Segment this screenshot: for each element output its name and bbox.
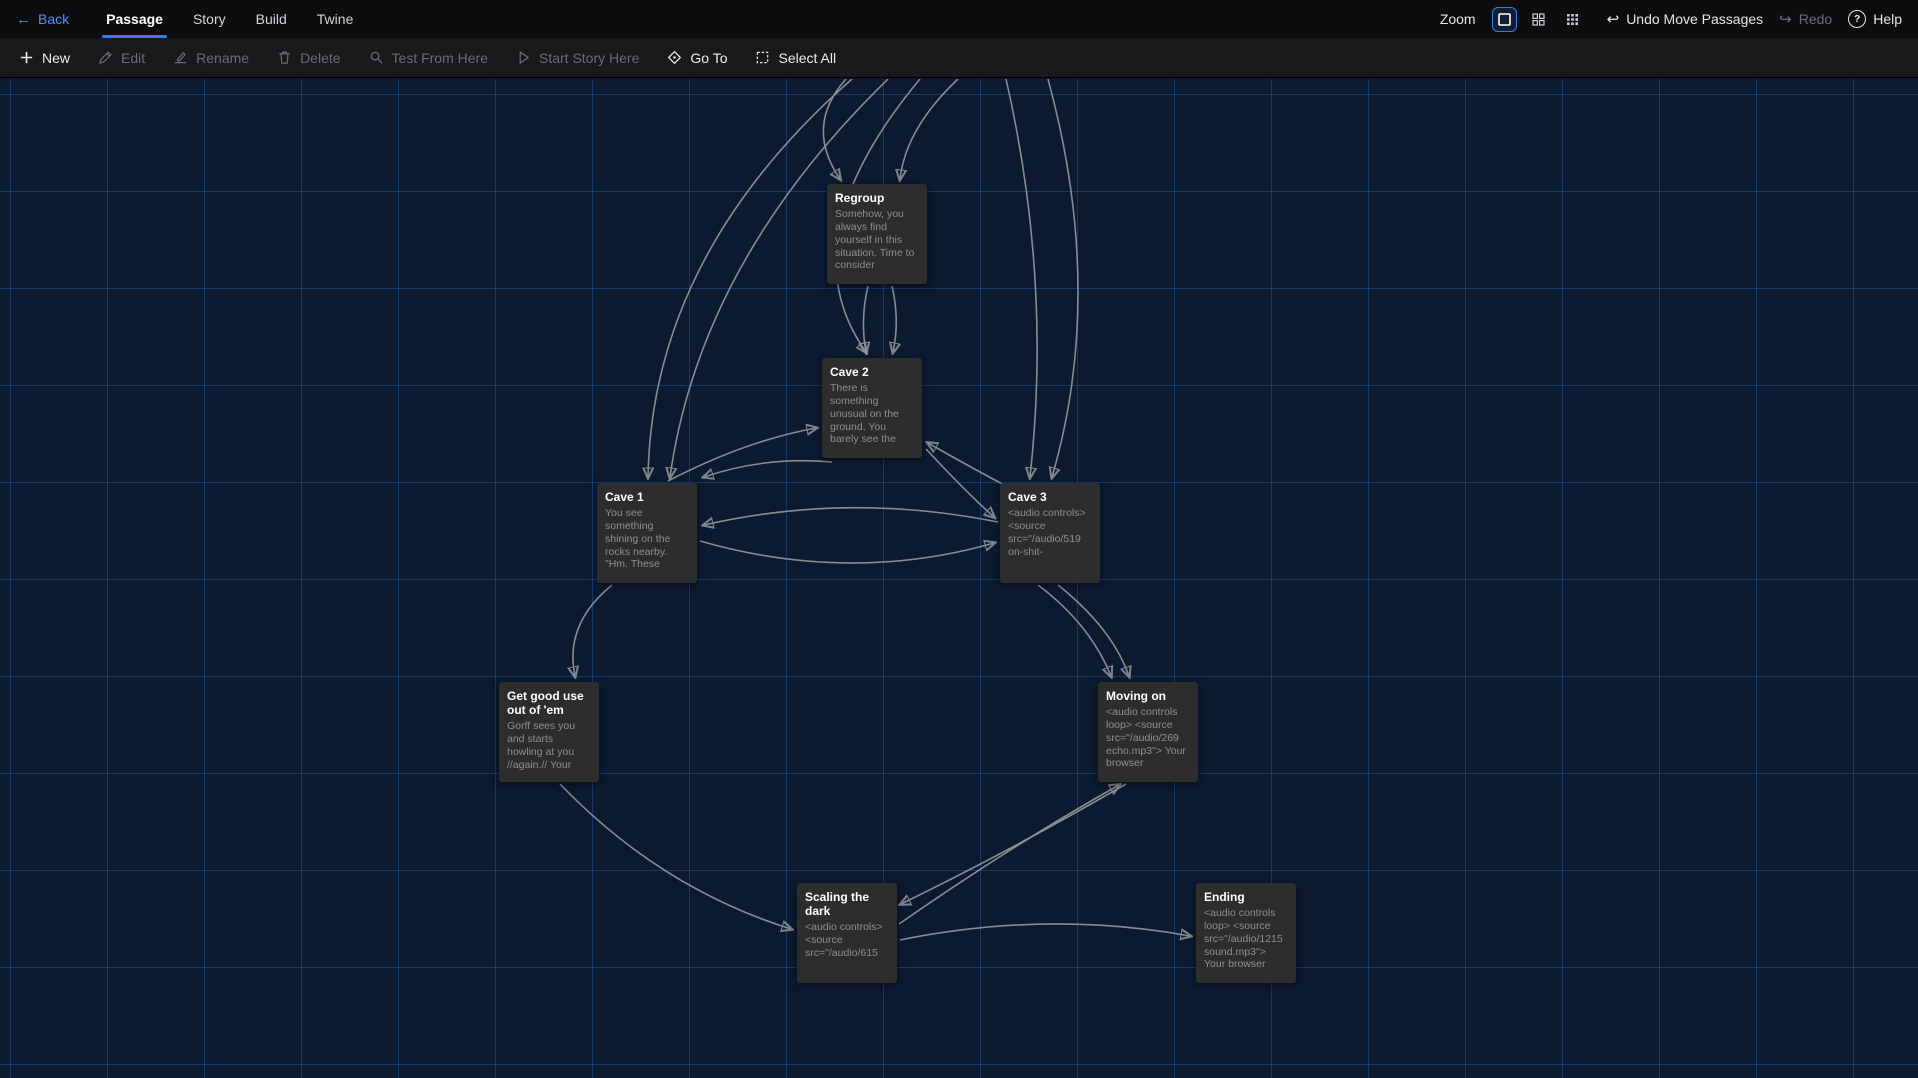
undo-move-passages-button[interactable]: ↩ Undo Move Passages: [1607, 11, 1764, 27]
back-arrow-icon: ←: [16, 11, 31, 28]
rename-button: Rename: [162, 44, 260, 72]
rename-label: Rename: [196, 50, 249, 66]
rename-icon: [173, 50, 188, 65]
passage-title: Moving on: [1106, 689, 1190, 703]
help-button[interactable]: ? Help: [1848, 10, 1902, 28]
passage-excerpt: <audio controls loop> <source src="/audi…: [1204, 907, 1288, 971]
back-label: Back: [38, 11, 69, 27]
go-to-button[interactable]: Go To: [656, 44, 738, 72]
passage-cave-1[interactable]: Cave 1 You see something shining on the r…: [597, 483, 697, 583]
go-to-label: Go To: [690, 50, 727, 66]
link-cave-3-to-moving-on: [1058, 585, 1129, 676]
passage-excerpt: Gorff sees you and starts howling at you…: [507, 720, 591, 771]
passage-excerpt: Somehow, you always find yourself in thi…: [835, 208, 919, 272]
edit-label: Edit: [121, 50, 145, 66]
passage-regroup[interactable]: Regroup Somehow, you always find yourself…: [827, 184, 927, 284]
undo-label: Undo Move Passages: [1626, 11, 1763, 27]
story-map-canvas[interactable]: Regroup Somehow, you always find yourself…: [0, 79, 1918, 1078]
start-story-here-label: Start Story Here: [539, 50, 639, 66]
zoom-label: Zoom: [1440, 11, 1476, 27]
passage-excerpt: You see something shining on the rocks n…: [605, 507, 689, 571]
top-bar: ← Back PassageStoryBuildTwine Zoom: [0, 0, 1918, 38]
start-icon: [516, 50, 531, 65]
link-moving-on-to-scaling-the-dark: [901, 784, 1126, 904]
tab-build[interactable]: Build: [241, 0, 302, 38]
tab-passage[interactable]: Passage: [91, 0, 178, 38]
link-cave-1-to-cave-3: [700, 541, 994, 563]
undo-icon: ↩: [1607, 12, 1620, 27]
nine-dots-icon: [1566, 13, 1579, 26]
top-bar-right: Zoom: [1440, 7, 1902, 32]
passage-excerpt: There is something unusual on the ground…: [830, 382, 914, 446]
passage-toolbar: New Edit Rename Delete Test From Here Start S…: [0, 38, 1918, 78]
passage-ending[interactable]: Ending <audio controls loop> <source src=…: [1196, 883, 1296, 983]
passage-excerpt: <audio controls> <source src="/audio/615: [805, 921, 889, 959]
nine-dots-icon-button[interactable]: [1560, 7, 1585, 32]
edit-button: Edit: [87, 44, 156, 72]
test-from-here-label: Test From Here: [392, 50, 488, 66]
passage-title: Cave 1: [605, 490, 689, 504]
passage-title: Ending: [1204, 890, 1288, 904]
link-cave-1-to-cave-2: [668, 428, 816, 481]
redo-button: ↪ Redo: [1779, 11, 1832, 27]
passage-scaling-the-dark[interactable]: Scaling the dark <audio controls> <source…: [797, 883, 897, 983]
test-icon: [369, 50, 384, 65]
tab-twine[interactable]: Twine: [302, 0, 369, 38]
new-label: New: [42, 50, 70, 66]
pencil-icon: [98, 50, 113, 65]
delete-button: Delete: [266, 44, 351, 72]
select-all-icon: [755, 50, 770, 65]
passage-cave-2[interactable]: Cave 2 There is something unusual on the …: [822, 358, 922, 458]
goto-icon: [667, 50, 682, 65]
link-offscreen-top-to-cave-3: [1048, 79, 1078, 477]
four-squares-icon: [1532, 13, 1545, 26]
new-button[interactable]: New: [8, 44, 81, 72]
zoom-full-button[interactable]: [1492, 7, 1517, 32]
start-story-here-button: Start Story Here: [505, 44, 650, 72]
tab-story[interactable]: Story: [178, 0, 241, 38]
passage-title: Scaling the dark: [805, 890, 889, 918]
link-regroup-to-cave-2: [892, 286, 896, 352]
link-cave-1-to-get-good-use-out-of-em: [573, 585, 612, 676]
link-regroup-to-cave-2: [863, 286, 868, 352]
link-cave-2-to-cave-1: [704, 461, 832, 477]
delete-label: Delete: [300, 50, 340, 66]
passage-cave-3[interactable]: Cave 3 <audio controls> <source src="/aud…: [1000, 483, 1100, 583]
trash-icon: [277, 50, 292, 65]
square-icon: [1498, 13, 1511, 26]
link-cave-3-to-cave-1: [704, 508, 998, 525]
link-get-good-use-out-of-em-to-scaling-the-dark: [560, 784, 791, 929]
passage-get-good-use-out-of-em[interactable]: Get good use out of 'em Gorff sees you an…: [499, 682, 599, 782]
help-icon: ?: [1848, 10, 1866, 28]
select-all-button[interactable]: Select All: [744, 44, 847, 72]
zoom-button-group: [1492, 7, 1585, 32]
passage-moving-on[interactable]: Moving on <audio controls loop> <source s…: [1098, 682, 1198, 782]
redo-icon: ↪: [1779, 12, 1792, 27]
back-button[interactable]: ← Back: [16, 11, 69, 28]
link-scaling-the-dark-to-moving-on: [899, 785, 1119, 924]
help-label: Help: [1873, 11, 1902, 27]
link-cave-3-to-moving-on: [1038, 585, 1111, 676]
passage-excerpt: <audio controls loop> <source src="/audi…: [1106, 706, 1190, 770]
tab-bar: PassageStoryBuildTwine: [91, 0, 368, 38]
passage-title: Regroup: [835, 191, 919, 205]
link-offscreen-top-to-cave-3: [1006, 79, 1037, 477]
passage-title: Get good use out of 'em: [507, 689, 591, 717]
redo-label: Redo: [1799, 11, 1832, 27]
zoom-medium-button[interactable]: [1526, 7, 1551, 32]
link-scaling-the-dark-to-ending: [900, 924, 1190, 940]
plus-icon: [19, 50, 34, 65]
passage-excerpt: <audio controls> <source src="/audio/519…: [1008, 507, 1092, 558]
link-cave-3-to-cave-2: [928, 443, 1008, 487]
test-from-here-button: Test From Here: [358, 44, 499, 72]
link-cave-2-to-cave-3: [926, 449, 994, 517]
link-offscreen-top-to-regroup: [900, 79, 958, 179]
link-arrows-layer: [0, 79, 1918, 1078]
passage-title: Cave 3: [1008, 490, 1092, 504]
passage-title: Cave 2: [830, 365, 914, 379]
link-offscreen-top-to-regroup: [823, 79, 846, 179]
select-all-label: Select All: [778, 50, 836, 66]
